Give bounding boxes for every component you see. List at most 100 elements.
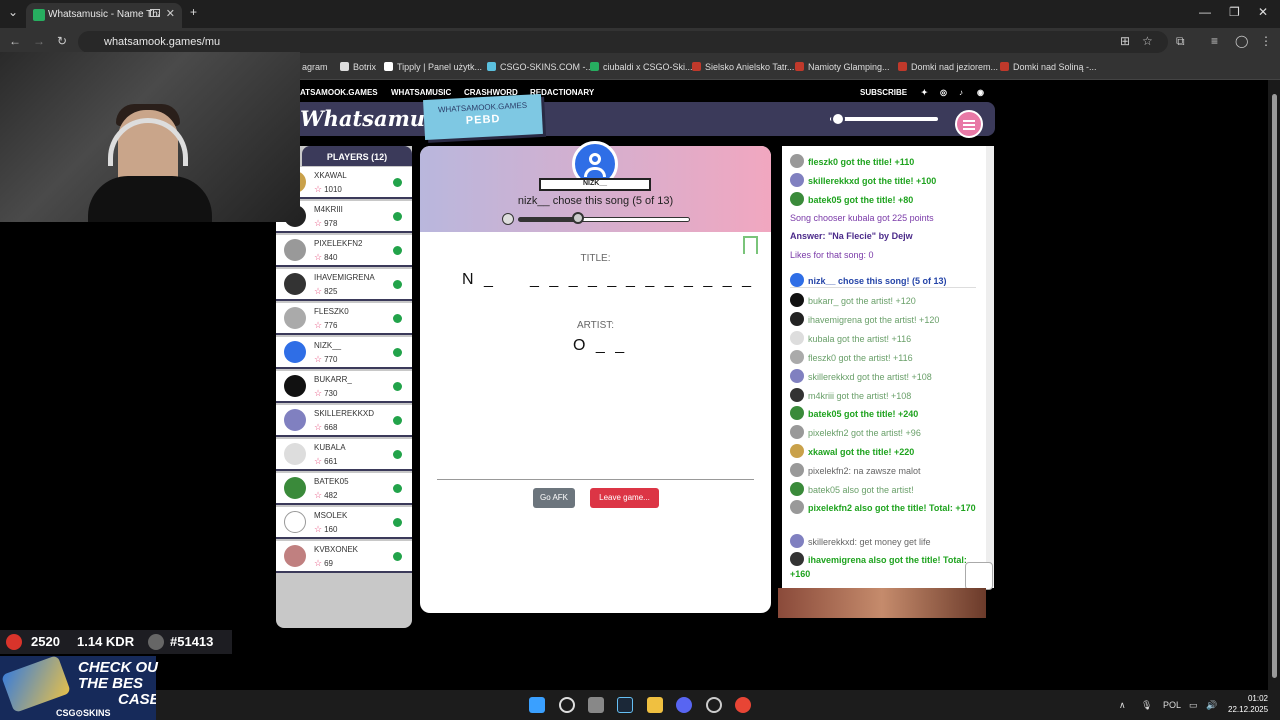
reading-list-icon[interactable]: ≡ [1211, 34, 1218, 48]
reload-icon[interactable]: ↻ [57, 34, 67, 48]
player-name: NIZK__ [314, 341, 342, 350]
player-row[interactable]: IHAVEMIGRENA ☆ 825 [276, 269, 412, 301]
tiktok-icon[interactable]: ♪ [959, 88, 963, 97]
player-avatar [284, 375, 306, 397]
extensions-icon[interactable]: ⧉ [1176, 34, 1185, 49]
player-row[interactable]: SKILLEREKKXD ☆ 668 [276, 405, 412, 437]
bookmark-item[interactable]: Botrix [340, 62, 376, 72]
page-scroll-thumb[interactable] [1272, 94, 1277, 678]
chat-avatar [790, 331, 804, 345]
chat-avatar [790, 293, 804, 307]
player-score: ☆ 160 [314, 524, 337, 535]
chat-message-text: xkawal got the title! +220 [808, 447, 915, 457]
restore-icon[interactable]: ❐ [1229, 5, 1240, 19]
chat-avatar [790, 192, 804, 206]
player-name: PIXELEKFN2 [314, 239, 363, 248]
csgo-icon[interactable] [706, 697, 722, 713]
player-row[interactable]: NIZK__ ☆ 770 [276, 337, 412, 369]
player-score-value: 661 [324, 457, 338, 466]
microphone-icon[interactable]: 🎙 [1141, 700, 1152, 711]
player-avatar [284, 511, 306, 533]
bookmark-item[interactable]: Domki nad Soliną -... [1000, 62, 1097, 72]
check-icon [393, 246, 402, 255]
player-name: SKILLEREKKXD [314, 409, 375, 418]
star-icon: ☆ [314, 184, 323, 194]
title-hint-word: _ _ _ _ _ [530, 271, 620, 288]
player-row[interactable]: MSOLEK ☆ 160 [276, 507, 412, 539]
go-afk-button[interactable]: Go AFK [533, 488, 575, 508]
player-row[interactable]: KUBALA ☆ 661 [276, 439, 412, 471]
volume-knob[interactable] [831, 112, 845, 126]
nav-link-home[interactable]: ATSAMOOK.GAMES [300, 88, 378, 97]
bookmark-star-icon[interactable]: ☆ [1142, 34, 1153, 48]
chat-avatar [790, 406, 804, 420]
tab-search-icon[interactable]: ⌄ [8, 5, 18, 19]
forward-icon[interactable]: → [33, 34, 45, 48]
tab-close-icon[interactable]: ✕ [166, 7, 175, 20]
browser-menu-icon[interactable]: ⋮ [1260, 34, 1272, 48]
chat-message-text: Song chooser kubala got 225 points [790, 213, 934, 223]
browser-tab[interactable]: Whatsamusic - Name That ✕ [26, 3, 182, 28]
player-row[interactable]: BATEK05 ☆ 482 [276, 473, 412, 505]
start-icon[interactable] [529, 697, 545, 713]
bookmark-item[interactable]: Tipply | Panel użytk... [384, 62, 482, 72]
window-close-icon[interactable]: ✕ [1258, 5, 1268, 19]
discord-taskbar-icon[interactable] [676, 697, 692, 713]
instagram-icon[interactable]: ◎ [940, 88, 947, 97]
bookmark-item[interactable]: agram [302, 62, 328, 72]
new-tab-icon[interactable]: + [190, 5, 197, 19]
file-explorer-icon[interactable] [647, 697, 663, 713]
hamburger-menu-button[interactable] [955, 110, 983, 138]
chat-avatar [790, 154, 804, 168]
bookmark-item[interactable]: Namioty Glamping... [795, 62, 890, 72]
chrome-icon[interactable] [735, 697, 751, 713]
chat-message: xkawal got the title! +220 [790, 444, 980, 459]
chat-avatar [790, 482, 804, 496]
title-hint-word: N _ [462, 271, 496, 288]
language-indicator[interactable]: POL [1163, 700, 1181, 710]
bookmark-item[interactable]: CSGO-SKINS.COM -... [487, 62, 593, 72]
tray-chevron-icon[interactable]: ∧ [1119, 700, 1126, 711]
player-row[interactable]: FLESZK0 ☆ 776 [276, 303, 412, 335]
player-score: ☆ 69 [314, 558, 333, 569]
search-icon[interactable] [559, 697, 575, 713]
chat-message: Answer: "Na Flecie" by Dejw [790, 229, 980, 243]
player-score-value: 825 [324, 287, 338, 296]
back-icon[interactable]: ← [9, 34, 21, 48]
chat-avatar [790, 500, 804, 514]
bookmark-item[interactable]: Sielsko Anielsko Tatr... [692, 62, 794, 72]
chat-toggle-button[interactable] [965, 562, 993, 590]
chat-scrollbar[interactable] [986, 146, 994, 586]
player-row[interactable]: KVBXONEK ☆ 69 [276, 541, 412, 573]
chat-message-text: pixelekfn2 got the artist! +96 [808, 428, 921, 438]
steam-icon[interactable] [617, 697, 633, 713]
discord-icon[interactable]: ◉ [977, 88, 984, 97]
twitter-icon[interactable]: ✦ [921, 88, 928, 97]
chat-message: batek05 got the title! +80 [790, 192, 980, 207]
volume-slider[interactable] [830, 117, 938, 121]
player-avatar [284, 239, 306, 261]
address-bar[interactable]: whatsamook.games/mu [78, 31, 1168, 53]
chat-message: bukarr_ got the artist! +120 [790, 293, 980, 308]
taskbar-clock[interactable]: 01:02 22.12.2025 [1228, 693, 1268, 715]
chat-avatar [790, 273, 804, 287]
bookmark-item[interactable]: ciubaldi x CSGO-Ski... [590, 62, 693, 72]
subscribe-link[interactable]: SUBSCRIBE [860, 88, 907, 97]
pause-button[interactable] [502, 213, 514, 225]
player-score: ☆ 825 [314, 286, 337, 297]
check-icon [393, 484, 402, 493]
bookmark-icon[interactable] [743, 236, 758, 254]
check-icon [393, 518, 402, 527]
minimize-icon[interactable]: — [1199, 5, 1211, 19]
bookmark-item[interactable]: Domki nad jeziorem... [898, 62, 998, 72]
nav-link-whatsamusic[interactable]: WHATSAMUSIC [391, 88, 451, 97]
translate-icon[interactable]: ⊞ [1120, 34, 1130, 48]
player-row[interactable]: BUKARR_ ☆ 730 [276, 371, 412, 403]
player-row[interactable]: PIXELEKFN2 ☆ 840 [276, 235, 412, 267]
profile-icon[interactable]: ◯ [1235, 34, 1248, 48]
network-icon[interactable]: ▭ [1189, 700, 1198, 711]
store-icon[interactable] [588, 697, 604, 713]
leave-game-button[interactable]: Leave game... [590, 488, 659, 508]
speaker-icon[interactable]: 🔊 [1206, 700, 1217, 711]
chat-message: pixelekfn2: na zawsze malot [790, 463, 980, 478]
